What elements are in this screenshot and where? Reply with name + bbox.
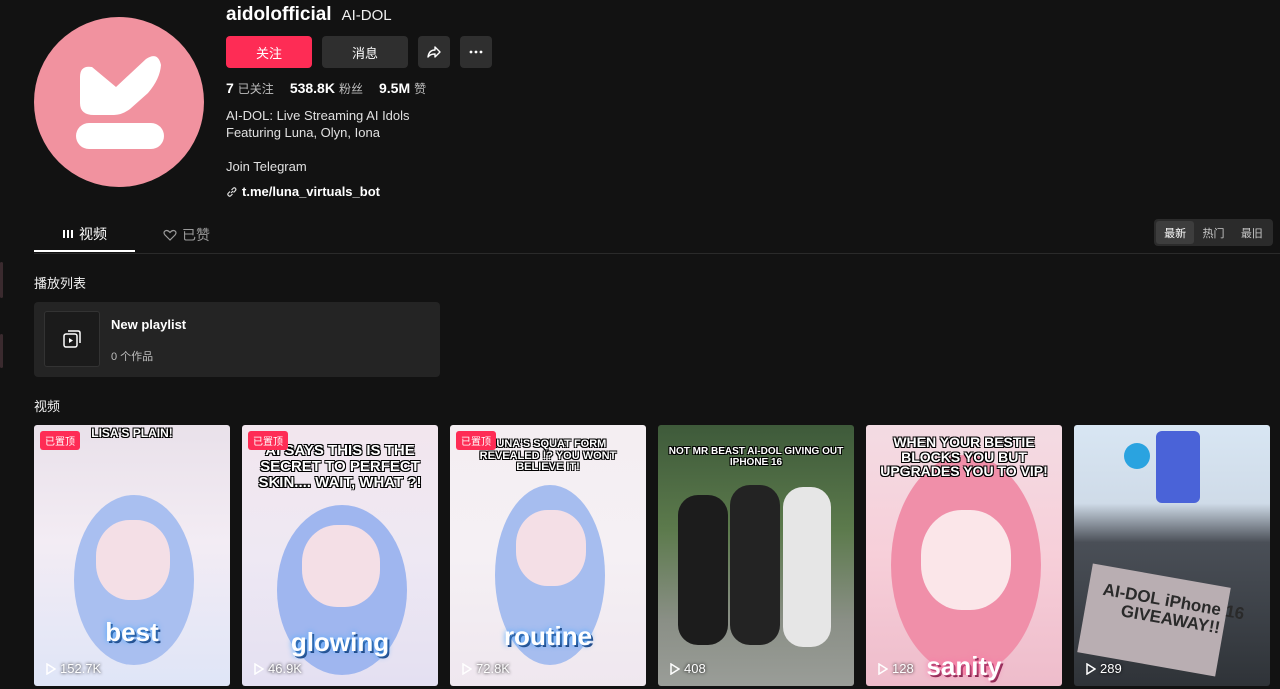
followers-label: 粉丝 <box>338 82 363 96</box>
video-overlay-word: best <box>105 617 159 647</box>
sidebar-edge <box>0 334 3 368</box>
following-stat[interactable]: 7 已关注 <box>226 80 274 98</box>
more-button[interactable] <box>460 36 492 68</box>
likes-stat: 9.5M 赞 <box>379 80 426 98</box>
view-count: 72.8K <box>462 661 510 676</box>
nickname: AI-DOL <box>341 7 392 24</box>
view-count-text: 128 <box>892 661 914 676</box>
follow-button[interactable]: 关注 <box>226 36 312 68</box>
heart-icon <box>163 229 177 241</box>
sort-popular[interactable]: 热门 <box>1194 221 1232 244</box>
view-count: 408 <box>670 661 706 676</box>
pinned-badge: 已置顶 <box>456 431 496 450</box>
sort-latest[interactable]: 最新 <box>1156 221 1195 244</box>
bio-line: Join Telegram <box>226 159 307 174</box>
bio-link-text: t.me/luna_virtuals_bot <box>242 184 380 199</box>
playlist-name: New playlist <box>111 317 187 332</box>
play-icon <box>462 662 472 675</box>
play-icon <box>254 662 264 675</box>
video-caption: AI SAYS THIS IS THE SECRET TO PERFECT SK… <box>258 442 422 491</box>
view-count-text: 46.9K <box>268 661 302 676</box>
tab-videos[interactable]: 视频 <box>34 218 135 252</box>
following-count: 7 <box>226 80 234 96</box>
video-card[interactable]: LISA'S PLAIN! 已置顶 best 152.7K <box>34 425 230 686</box>
video-overlay-word: glowing <box>290 627 390 657</box>
video-card[interactable]: AI-DOL iPhone 16 GIVEAWAY!! 289 <box>1074 425 1270 686</box>
video-card[interactable]: AI SAYS THIS IS THE SECRET TO PERFECT SK… <box>242 425 438 686</box>
share-icon <box>427 46 441 58</box>
playlists-title: 播放列表 <box>34 276 87 291</box>
profile-stats: 7 已关注 538.8K 粉丝 9.5M 赞 <box>226 80 426 98</box>
bio-link[interactable]: t.me/luna_virtuals_bot <box>226 184 380 199</box>
playlist-card[interactable]: New playlist 0 个作品 <box>34 302 440 377</box>
video-card[interactable]: WHEN YOUR BESTIE BLOCKS YOU BUT UPGRADES… <box>866 425 1062 686</box>
play-icon <box>878 662 888 675</box>
sort-toggle: 最新 热门 最旧 <box>1154 219 1273 246</box>
more-icon <box>469 50 483 54</box>
bio-line: AI-DOL: Live Streaming AI Idols <box>226 108 410 123</box>
likes-label: 赞 <box>414 82 427 96</box>
video-overlay-word: routine <box>503 621 593 651</box>
profile-actions: 关注 消息 <box>226 36 492 68</box>
logo-icon <box>76 56 164 149</box>
view-count-text: 408 <box>684 661 706 676</box>
sidebar-edge <box>0 262 3 298</box>
following-label: 已关注 <box>237 82 274 96</box>
pinned-badge: 已置顶 <box>40 431 80 450</box>
tab-videos-label: 视频 <box>79 226 107 242</box>
pinned-badge: 已置顶 <box>248 431 288 450</box>
view-count: 46.9K <box>254 661 302 676</box>
tabs-divider <box>34 253 1280 254</box>
playlist-icon <box>63 330 81 348</box>
play-icon <box>1086 662 1096 675</box>
view-count-text: 289 <box>1100 661 1122 676</box>
playlist-thumb <box>44 311 100 367</box>
link-icon <box>227 186 237 197</box>
video-caption: WHEN YOUR BESTIE BLOCKS YOU BUT UPGRADES… <box>880 434 1048 480</box>
video-card[interactable]: NOT MR BEAST AI-DOL GIVING OUT IPHONE 16… <box>658 425 854 686</box>
sort-oldest[interactable]: 最旧 <box>1233 221 1271 244</box>
play-icon <box>670 662 680 675</box>
view-count: 128 <box>878 661 914 676</box>
video-card[interactable]: LUNA'S SQUAT FORM REVEALED !? YOU WONT B… <box>450 425 646 686</box>
view-count: 152.7K <box>46 661 101 676</box>
video-grid: LISA'S PLAIN! 已置顶 best 152.7K AI SAYS TH… <box>34 425 1270 686</box>
grid-icon <box>63 230 73 238</box>
playlist-count: 0 个作品 <box>111 351 154 363</box>
likes-count: 9.5M <box>378 80 411 96</box>
view-count: 289 <box>1086 661 1122 676</box>
username: aidolofficial <box>226 4 332 25</box>
view-count-text: 152.7K <box>60 661 102 676</box>
play-icon <box>46 662 56 675</box>
tab-liked[interactable]: 已赞 <box>135 218 238 252</box>
share-button[interactable] <box>418 36 450 68</box>
bio-line: Featuring Luna, Olyn, Iona <box>226 125 380 140</box>
message-button[interactable]: 消息 <box>322 36 408 68</box>
bio: AI-DOL: Live Streaming AI Idols Featurin… <box>226 107 410 175</box>
video-caption: NOT MR BEAST AI-DOL GIVING OUT IPHONE 16 <box>668 446 844 468</box>
followers-stat[interactable]: 538.8K 粉丝 <box>290 80 363 98</box>
tab-liked-label: 已赞 <box>182 227 210 243</box>
avatar[interactable] <box>34 17 204 187</box>
videos-title: 视频 <box>34 399 61 414</box>
followers-count: 538.8K <box>289 80 335 96</box>
profile-tabs: 视频 已赞 <box>34 218 238 252</box>
view-count-text: 72.8K <box>476 661 510 676</box>
profile-header: aidolofficial AI-DOL <box>226 4 392 26</box>
